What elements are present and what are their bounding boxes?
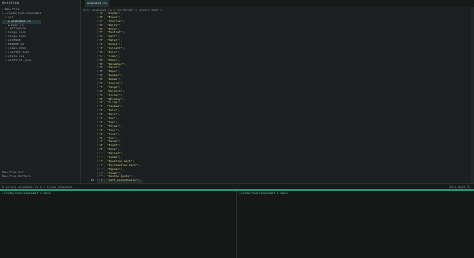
terminal-right-title: ~/code/rust/alphabet > main <box>239 191 288 195</box>
tree-item-label: wordlist.json <box>8 57 32 62</box>
file-tree: ▫New File ▸~/code/rust/alphabet ▸src ◆alpha… <box>2 7 42 63</box>
tree-item[interactable]: ▫wordlist.json <box>2 57 41 63</box>
tab-bar: alphabet.rs <box>81 0 474 7</box>
project-panel: Untitled ▫New File ▸~/code/rust/alphabet ▸… <box>0 0 80 189</box>
project-panel-title: Untitled <box>2 1 19 5</box>
terminal-left[interactable]: ~/code/rust/alphabet > main <box>0 191 236 258</box>
tab-label: alphabet.rs <box>87 1 107 5</box>
code-punct: ), <box>123 61 128 66</box>
terminal-right[interactable]: ~/code/rust/alphabet > main <box>237 191 474 258</box>
tab-alphabet-rs[interactable]: alphabet.rs <box>85 0 109 7</box>
code-punct: ), <box>122 96 126 101</box>
terminal-left-title: ~/code/rust/alphabet > main <box>2 191 51 195</box>
editor-pane: alphabet.rs src/ alphabet.rs > SortOrder… <box>81 0 474 233</box>
code-punct: ), <box>137 162 141 167</box>
panel-bottom-list: New Fine Git New Fine Buffers <box>2 170 31 178</box>
code-punct: ), <box>122 46 126 51</box>
code-punct: ), <box>120 104 124 109</box>
code-punct: ), <box>122 30 126 35</box>
code-punct: ), <box>122 18 126 23</box>
bottom-item-buffers[interactable]: New Fine Buffers <box>2 174 31 178</box>
